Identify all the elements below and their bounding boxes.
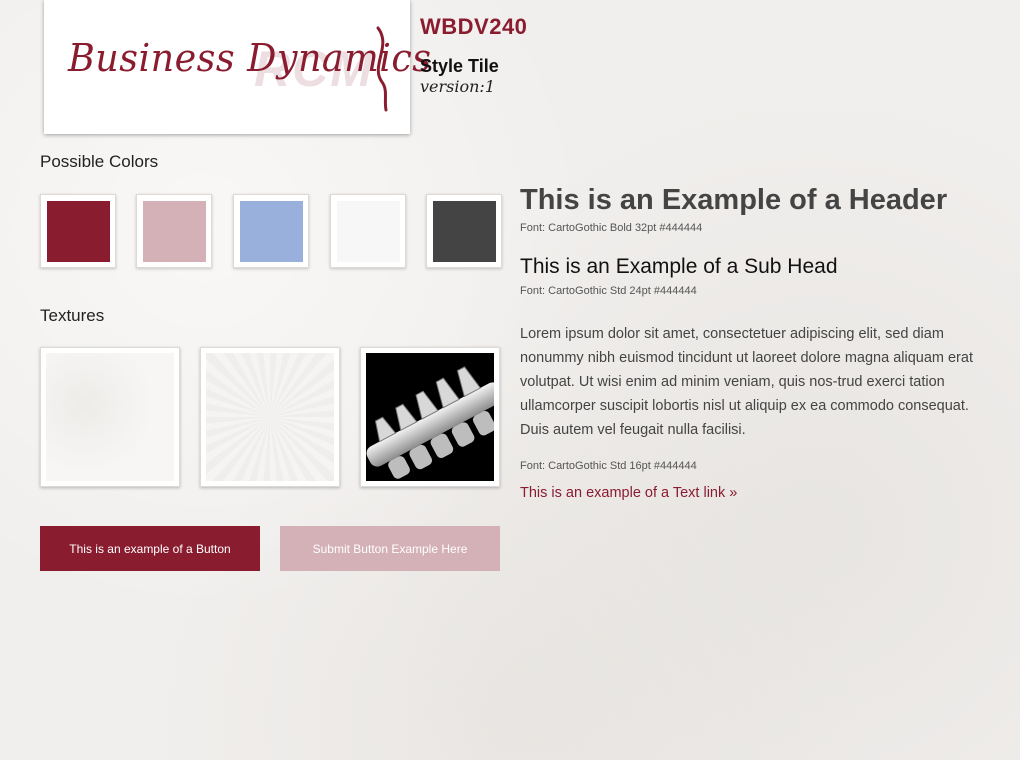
body-font-note: Font: CartoGothic Std 16pt #444444 [520, 460, 697, 472]
project-code: WBDV240 [420, 14, 528, 39]
light-texture [46, 353, 174, 481]
color-swatch [426, 194, 502, 268]
color-swatch [233, 194, 309, 268]
spine-image [366, 366, 494, 479]
color-swatch-fill [143, 201, 206, 262]
texture-sample-spine [360, 347, 500, 487]
color-swatch [330, 194, 406, 268]
style-tile-label: Style Tile [420, 56, 499, 76]
color-swatch [136, 194, 212, 268]
example-button[interactable]: This is an example of a Button [40, 526, 260, 571]
spine-photo [366, 353, 494, 481]
texture-sample-radial [200, 347, 340, 487]
texture-sample-light [40, 347, 180, 487]
color-swatch-fill [240, 201, 303, 262]
example-header: This is an Example of a Header [520, 184, 948, 216]
color-swatch-fill [47, 201, 110, 262]
example-text-link[interactable]: This is an example of a Text link » [520, 485, 737, 501]
color-swatch-fill [433, 201, 496, 262]
body-paragraph: Lorem ipsum dolor sit amet, consectetuer… [520, 326, 973, 438]
logo-swoosh-icon [376, 26, 388, 112]
textures-section-title: Textures [40, 306, 105, 325]
header-font-note: Font: CartoGothic Bold 32pt #444444 [520, 222, 703, 234]
subhead-font-note: Font: CartoGothic Std 24pt #444444 [520, 285, 697, 297]
submit-button[interactable]: Submit Button Example Here [280, 526, 500, 571]
colors-section-title: Possible Colors [40, 152, 159, 171]
version-label: version:1 [420, 77, 495, 96]
color-swatch-fill [337, 201, 400, 262]
radial-texture [206, 353, 334, 481]
example-subhead: This is an Example of a Sub Head [520, 255, 838, 278]
logo-card: RCM Business Dynamics [44, 0, 431, 134]
color-swatch [40, 194, 116, 268]
